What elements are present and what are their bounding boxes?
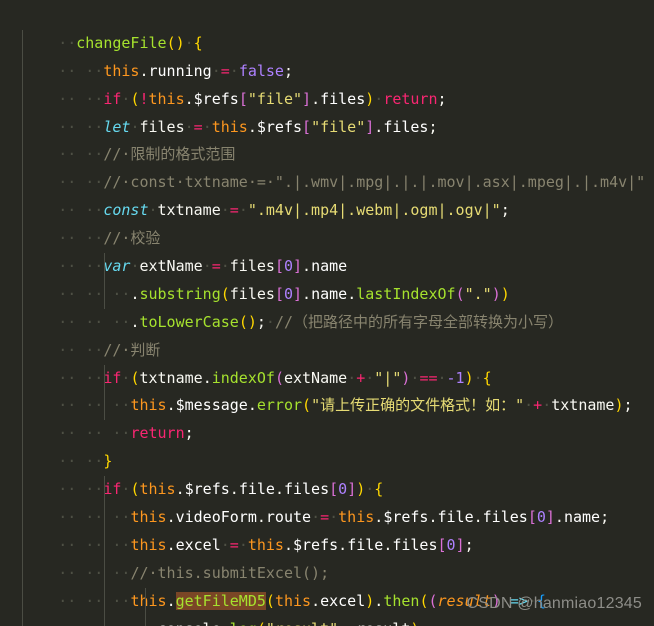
indent-guide — [22, 253, 23, 281]
code-line[interactable]: ·· ··var·extName·=·files[0].name — [0, 225, 654, 275]
code-lines-container[interactable]: ··changeFile()·{ ·· ··this.running·=·fal… — [0, 0, 654, 626]
indent-guide — [22, 336, 23, 365]
indent-guide — [22, 615, 23, 626]
code-line[interactable]: ·· ··//·const·txtname·=·".|.wmv|.mpg|.|.… — [0, 141, 654, 191]
code-line[interactable]: ·· ··//·判断 — [0, 308, 654, 359]
indent-guide — [104, 476, 105, 505]
indent-guide — [22, 169, 23, 198]
indent-guide — [22, 420, 23, 449]
code-line[interactable]: ·· ··//·限制的格式范围 — [0, 113, 654, 163]
code-line[interactable]: ·· ·· ··this.excel·=·this.$refs.file.fil… — [0, 504, 654, 554]
indent-guide — [145, 615, 146, 626]
indent-guide — [22, 448, 23, 477]
indent-guide — [22, 113, 23, 142]
indent-guide — [104, 392, 105, 421]
indent-guide — [104, 587, 105, 616]
indent-guide — [22, 57, 23, 86]
indent-guide — [104, 615, 105, 626]
indent-guide — [22, 587, 23, 616]
indent-guide — [104, 364, 105, 393]
indent-guide — [104, 280, 105, 309]
code-editor-view: ··changeFile()·{ ·· ··this.running·=·fal… — [0, 0, 654, 626]
indent-guide — [22, 476, 23, 505]
indent-guide — [22, 308, 23, 337]
indent-guide — [22, 225, 23, 254]
code-line[interactable]: ·· ·· ··.toLowerCase();·//（把路径中的所有字母全部转换… — [0, 280, 654, 331]
indent-guide — [104, 253, 105, 281]
indent-guide — [22, 141, 23, 170]
code-line[interactable]: ·· ··if·(this.$refs.file.files[0])·{ — [0, 448, 654, 498]
indent-guide — [104, 504, 105, 532]
code-line[interactable]: ·· ·· ··this.$message.error("请上传正确的文件格式！… — [0, 364, 654, 414]
code-line[interactable]: ·· ··this.running·=·false; — [0, 29, 654, 80]
code-line[interactable]: ·· ··let·files·=·this.$refs["file"].file… — [0, 85, 654, 136]
indent-guide — [104, 559, 105, 588]
code-line[interactable]: ··changeFile()·{ — [0, 2, 654, 52]
indent-guide — [22, 392, 23, 421]
code-line[interactable]: ·· ·· ··this.videoForm.route·=·this.$ref… — [0, 476, 654, 526]
indent-guide — [145, 587, 146, 616]
indent-guide — [22, 559, 23, 588]
indent-guide — [22, 29, 23, 58]
indent-guide — [22, 197, 23, 226]
code-line[interactable]: ·· ··if·(txtname.indexOf(extName·+·"|")·… — [0, 336, 654, 387]
code-line[interactable]: ·· ·· ··return; — [0, 392, 654, 442]
code-line[interactable]: ·· ··} — [0, 420, 654, 470]
indent-guide — [22, 364, 23, 393]
indent-guide — [22, 504, 23, 532]
code-line[interactable]: ·· ··const·txtname·=·".m4v|.mp4|.webm|.o… — [0, 169, 654, 219]
code-line[interactable]: ·· ·· ··.substring(files[0].name.lastInd… — [0, 253, 654, 303]
code-line[interactable]: ·· ··if·(!this.$refs["file"].files)·retu… — [0, 57, 654, 108]
indent-guide — [104, 531, 105, 560]
code-line[interactable]: ·· ··//·校验 — [0, 197, 654, 247]
indent-guide — [22, 85, 23, 114]
indent-guide — [22, 531, 23, 560]
indent-guide — [22, 280, 23, 309]
code-line[interactable]: ·· ·· ··this.getFileMD5(this.excel).then… — [0, 559, 654, 610]
code-line[interactable]: ·· ·· ··//·this.submitExcel(); — [0, 531, 654, 582]
csdn-watermark: CSDN @hanmiao12345 — [466, 595, 642, 613]
